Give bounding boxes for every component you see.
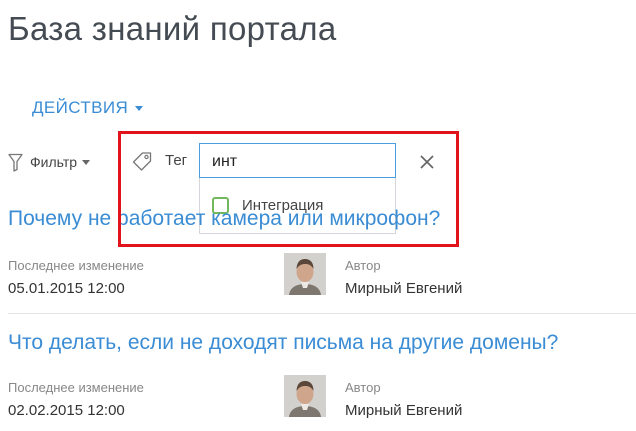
article-title[interactable]: Что делать, если не доходят письма на др… [8,331,558,355]
highlight-frame [118,131,459,247]
modified-label: Последнее изменение [8,258,144,273]
filter-label: Фильтр [30,154,78,170]
actions-label: ДЕЙСТВИЯ [32,98,129,117]
author-name[interactable]: Мирный Евгений [345,402,462,419]
modified-label: Последнее изменение [8,380,144,395]
avatar[interactable] [284,253,326,295]
avatar[interactable] [284,375,326,417]
chevron-down-icon [135,105,144,111]
author-label: Автор [345,258,381,273]
actions-menu-button[interactable]: ДЕЙСТВИЯ [32,98,144,118]
page-title: База знаний портала [8,10,337,47]
author-label: Автор [345,380,381,395]
filter-button[interactable]: Фильтр [8,150,91,174]
divider [8,313,636,314]
funnel-icon [8,153,23,172]
chevron-down-icon [82,159,91,165]
author-name[interactable]: Мирный Евгений [345,280,462,297]
modified-value: 02.02.2015 12:00 [8,402,125,419]
modified-value: 05.01.2015 12:00 [8,280,125,297]
